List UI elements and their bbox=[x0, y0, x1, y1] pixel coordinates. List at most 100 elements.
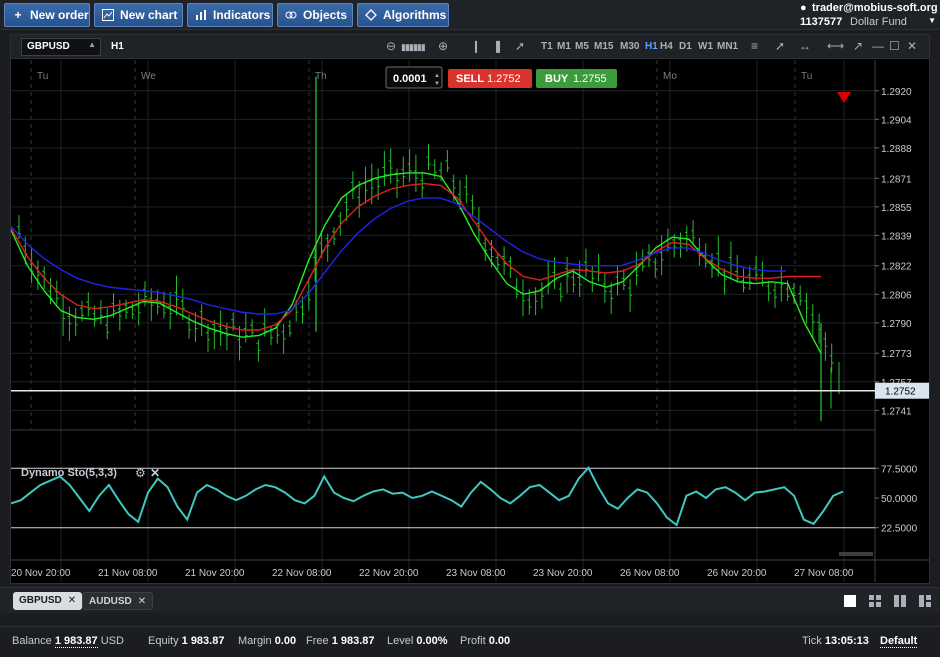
bars-icon[interactable]: ❚ bbox=[493, 39, 503, 53]
trendline-icon[interactable]: ➚ bbox=[775, 39, 785, 53]
algorithms-label: Algorithms bbox=[383, 8, 447, 22]
minimize-icon[interactable]: — bbox=[872, 39, 884, 53]
maximize-icon[interactable]: ☐ bbox=[889, 39, 900, 53]
timeframe-mn1[interactable]: MN1 bbox=[717, 41, 738, 52]
time-tick-label: 22 Nov 08:00 bbox=[272, 568, 332, 579]
price-tick-label: 1.2839 bbox=[881, 231, 912, 242]
new-order-button[interactable]: + New order bbox=[4, 3, 90, 27]
close-tab-icon[interactable]: ✕ bbox=[138, 596, 146, 607]
sell-label: SELL bbox=[456, 73, 484, 85]
time-tick-label: 21 Nov 08:00 bbox=[98, 568, 158, 579]
time-tick-label: 23 Nov 08:00 bbox=[446, 568, 506, 579]
time-tick-label: 20 Nov 20:00 bbox=[11, 568, 71, 579]
new-chart-button[interactable]: New chart bbox=[94, 3, 183, 27]
status-bar: Balance 1 983.87 USD Equity 1 983.87 Mar… bbox=[0, 626, 940, 657]
symbol-label: GBPUSD bbox=[27, 41, 70, 52]
indicators-label: Indicators bbox=[213, 8, 271, 22]
level-stat: Level 0.00% bbox=[387, 635, 448, 647]
timeframe-w1[interactable]: W1 bbox=[698, 41, 713, 52]
account-number: 1137577 bbox=[800, 16, 843, 28]
zoom-slider[interactable]: ▮▮▮▮▮▮ bbox=[401, 42, 426, 53]
time-tick-label: 22 Nov 20:00 bbox=[359, 568, 419, 579]
tab-label: GBPUSD bbox=[19, 595, 62, 606]
price-tick-label: 1.2790 bbox=[881, 319, 912, 330]
new-chart-label: New chart bbox=[120, 8, 178, 22]
tab-audusd[interactable]: AUDUSD ✕ bbox=[82, 592, 154, 610]
profit-stat: Profit 0.00 bbox=[460, 635, 511, 647]
candles-icon[interactable]: ❙ bbox=[471, 39, 481, 53]
indicator-title: Dynamo Sto(5,3,3) bbox=[21, 467, 117, 479]
oscillator-tick-label: 22.5000 bbox=[881, 524, 918, 535]
time-tick-label: 27 Nov 08:00 bbox=[794, 568, 854, 579]
hline-icon[interactable]: ↔ bbox=[799, 39, 811, 53]
balance-stat: Balance 1 983.87 USD bbox=[12, 635, 124, 648]
chart-window: GBPUSD ▲ H1 ⊖ ▮▮▮▮▮▮ ⊕ ❙ ❚ ➚ ≡ ➚ ↔ ⟷ ↗ —… bbox=[10, 34, 930, 584]
zoom-in-icon[interactable]: ⊕ bbox=[438, 39, 448, 53]
line-chart-icon[interactable]: ➚ bbox=[515, 39, 525, 53]
timeframe-m5[interactable]: M5 bbox=[575, 41, 589, 52]
detach-icon[interactable]: ↗ bbox=[853, 39, 863, 53]
top-toolbar: + New order New chart Indicators Objects… bbox=[0, 0, 940, 30]
price-tick-label: 1.2806 bbox=[881, 290, 912, 301]
price-tick-label: 1.2855 bbox=[881, 203, 912, 214]
timeframe-h1[interactable]: H1 bbox=[645, 41, 658, 52]
layout-grid-icon[interactable] bbox=[868, 594, 882, 608]
timeframe-h4[interactable]: H4 bbox=[660, 41, 673, 52]
sell-price: 1.2752 bbox=[487, 73, 521, 85]
layout-single-icon[interactable] bbox=[843, 594, 857, 608]
layout-columns-icon[interactable] bbox=[893, 594, 907, 608]
gear-icon[interactable]: ⚙ bbox=[135, 466, 146, 480]
timeframe-m15[interactable]: M15 bbox=[594, 41, 613, 52]
tick-time: Tick 13:05:13 bbox=[802, 635, 869, 647]
chart-tabs: GBPUSD ✕ AUDUSD ✕ bbox=[0, 587, 940, 613]
equity-stat: Equity 1 983.87 bbox=[148, 635, 225, 647]
price-tick-label: 1.2741 bbox=[881, 406, 912, 417]
day-label: Mo bbox=[663, 71, 677, 82]
chevron-down-icon[interactable]: ▼ bbox=[928, 16, 936, 25]
account-panel[interactable]: ● trader@mobius-soft.org 1137577 Dollar … bbox=[796, 0, 940, 30]
timeframe-m1[interactable]: M1 bbox=[557, 41, 571, 52]
timeframe-d1[interactable]: D1 bbox=[679, 41, 692, 52]
objects-button[interactable]: Objects bbox=[277, 3, 353, 27]
tab-gbpusd[interactable]: GBPUSD ✕ bbox=[13, 592, 83, 610]
oscillator-tick-label: 77.5000 bbox=[881, 464, 918, 475]
price-tick-label: 1.2773 bbox=[881, 349, 912, 360]
indicators-button[interactable]: Indicators bbox=[187, 3, 273, 27]
current-price-label: 1.2752 bbox=[885, 387, 916, 398]
objects-icon bbox=[284, 8, 298, 22]
quantity-value: 0.0001 bbox=[393, 73, 427, 85]
layout-mixed-icon[interactable] bbox=[918, 594, 932, 608]
current-timeframe: H1 bbox=[111, 41, 124, 52]
spinner-down-icon[interactable]: ▼ bbox=[434, 81, 440, 87]
day-label: Tu bbox=[37, 71, 48, 82]
user-icon: ● bbox=[800, 2, 807, 14]
price-tick-label: 1.2871 bbox=[881, 174, 912, 185]
profile-selector[interactable]: Default bbox=[880, 635, 918, 648]
horizontal-scrollbar[interactable] bbox=[839, 552, 873, 556]
remove-indicator-icon[interactable]: ✕ bbox=[150, 466, 160, 480]
price-tick-label: 1.2822 bbox=[881, 262, 912, 273]
diamond-icon bbox=[364, 8, 378, 22]
fib-icon[interactable]: ≡ bbox=[751, 39, 758, 53]
symbol-selector[interactable]: GBPUSD ▲ bbox=[21, 38, 101, 56]
hline-arrows-icon[interactable]: ⟷ bbox=[827, 39, 844, 53]
chart-plot[interactable]: Tu We Th Mo Tu 1.2920 1.2904 1.2888 1.2871 1.285… bbox=[11, 60, 929, 583]
free-stat: Free 1 983.87 bbox=[306, 635, 375, 647]
plus-icon: + bbox=[14, 8, 22, 22]
zoom-out-icon[interactable]: ⊖ bbox=[386, 39, 396, 53]
close-icon[interactable]: ✕ bbox=[907, 39, 917, 53]
account-fund: Dollar Fund bbox=[850, 16, 907, 28]
spinner-up-icon[interactable]: ▲ bbox=[434, 73, 440, 79]
price-tick-label: 1.2888 bbox=[881, 144, 912, 155]
account-user: trader@mobius-soft.org bbox=[812, 2, 938, 14]
chart-icon bbox=[101, 8, 115, 22]
timeframe-t1[interactable]: T1 bbox=[541, 41, 553, 52]
day-label: Th bbox=[315, 71, 327, 82]
timeframe-m30[interactable]: M30 bbox=[620, 41, 639, 52]
new-order-label: New order bbox=[30, 8, 89, 22]
time-tick-label: 26 Nov 08:00 bbox=[620, 568, 680, 579]
close-tab-icon[interactable]: ✕ bbox=[68, 595, 76, 606]
spinner-icon: ▲ bbox=[88, 40, 96, 49]
oscillator-tick-label: 50.0000 bbox=[881, 494, 918, 505]
algorithms-button[interactable]: Algorithms bbox=[357, 3, 449, 27]
